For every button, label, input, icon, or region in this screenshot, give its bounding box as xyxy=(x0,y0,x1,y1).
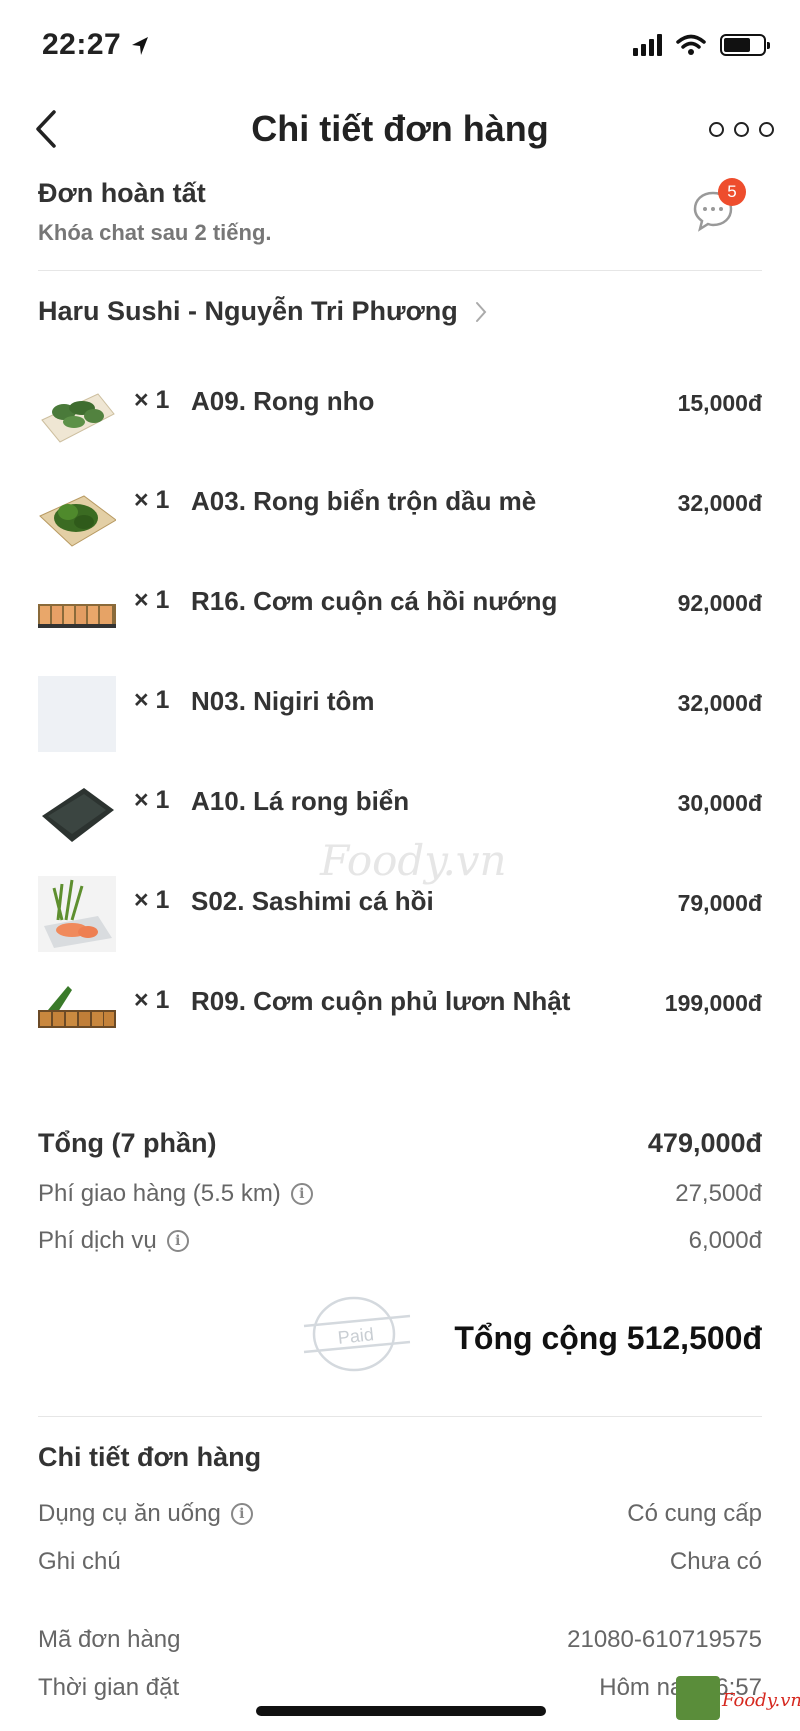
page-title: Chi tiết đơn hàng xyxy=(251,108,549,149)
battery-icon xyxy=(720,34,770,56)
corner-photo xyxy=(676,1676,720,1720)
item-thumbnail-salmon-roll xyxy=(38,576,116,652)
item-qty: × 1 xyxy=(134,486,170,514)
item-name: R16. Cơm cuộn cá hồi nướng xyxy=(191,586,558,616)
location-arrow-icon xyxy=(132,37,149,56)
order-id-label: Mã đơn hàng xyxy=(38,1626,181,1653)
item-price: 30,000đ xyxy=(677,790,762,816)
item-name: A03. Rong biển trộn dầu mè xyxy=(191,486,537,516)
chat-unread-badge: 5 xyxy=(718,178,746,206)
paid-stamp-text: Paid xyxy=(337,1324,375,1348)
order-status-title: Đơn hoàn tất xyxy=(38,178,206,208)
item-thumbnail-seaweed-grapes xyxy=(38,376,116,452)
subtotal-label: Tổng (7 phần) xyxy=(38,1128,217,1158)
order-time-label: Thời gian đặt xyxy=(38,1674,180,1701)
grand-total: Tổng cộng 512,500đ xyxy=(454,1320,762,1356)
status-time-text: 22:27 xyxy=(42,28,122,61)
item-price: 32,000đ xyxy=(677,690,762,716)
item-price: 79,000đ xyxy=(677,890,762,916)
utensils-row: Dụng cụ ăn uống i xyxy=(38,1500,253,1528)
order-item: × 1 A03. Rong biển trộn dầu mè 32,000đ xyxy=(38,476,762,576)
order-item: × 1 R16. Cơm cuộn cá hồi nướng 92,000đ xyxy=(38,576,762,676)
divider xyxy=(38,270,762,271)
item-qty: × 1 xyxy=(134,386,170,414)
order-item: × 1 R09. Cơm cuộn phủ lươn Nhật 199,000đ xyxy=(38,976,762,1076)
restaurant-link[interactable]: Haru Sushi - Nguyễn Tri Phương xyxy=(38,296,488,327)
more-dots-icon[interactable] xyxy=(709,122,774,137)
item-thumbnail-eel-roll xyxy=(38,976,116,1052)
item-qty: × 1 xyxy=(134,586,170,614)
info-icon[interactable]: i xyxy=(290,1183,313,1205)
home-indicator[interactable] xyxy=(256,1706,546,1716)
service-fee-row: Phí dịch vụ i xyxy=(38,1227,189,1255)
item-price: 15,000đ xyxy=(677,390,762,416)
status-time: 22:27 xyxy=(42,28,150,62)
info-icon[interactable]: i xyxy=(230,1503,253,1525)
item-thumbnail-shrimp-nigiri xyxy=(38,676,116,752)
chevron-right-icon xyxy=(475,301,487,322)
corner-logo: Foody.vn xyxy=(722,1690,800,1711)
item-name: N03. Nigiri tôm xyxy=(191,686,375,716)
item-name: S02. Sashimi cá hồi xyxy=(191,886,434,916)
wifi-icon xyxy=(676,34,706,55)
note-label: Ghi chú xyxy=(38,1548,121,1575)
item-thumbnail-seaweed-salad xyxy=(38,476,116,552)
item-qty: × 1 xyxy=(134,886,170,914)
delivery-fee-value: 27,500đ xyxy=(675,1180,762,1207)
delivery-fee-row: Phí giao hàng (5.5 km) i xyxy=(38,1180,313,1208)
item-thumbnail-seaweed-sheet xyxy=(38,776,116,852)
item-name: R09. Cơm cuộn phủ lươn Nhật xyxy=(191,986,571,1016)
item-qty: × 1 xyxy=(134,686,170,714)
utensils-label: Dụng cụ ăn uống xyxy=(38,1500,221,1527)
section-title: Chi tiết đơn hàng xyxy=(38,1442,262,1472)
order-id-value[interactable]: 21080-610719575 xyxy=(567,1626,762,1654)
restaurant-name: Haru Sushi - Nguyễn Tri Phương xyxy=(38,296,458,326)
service-fee-value: 6,000đ xyxy=(688,1227,762,1254)
service-fee-label: Phí dịch vụ xyxy=(38,1227,157,1254)
item-price: 32,000đ xyxy=(677,490,762,516)
paid-stamp-icon: Paid xyxy=(303,1296,411,1372)
status-indicators xyxy=(633,34,770,56)
note-value: Chưa có xyxy=(669,1548,762,1575)
subtotal-value: 479,000đ xyxy=(647,1128,762,1158)
item-price: 92,000đ xyxy=(677,590,762,616)
delivery-fee-label: Phí giao hàng (5.5 km) xyxy=(38,1180,281,1207)
watermark: Foody.vn xyxy=(320,836,507,885)
item-qty: × 1 xyxy=(134,986,170,1014)
item-name: A09. Rong nho xyxy=(191,386,375,416)
item-qty: × 1 xyxy=(134,786,170,814)
order-item: × 1 N03. Nigiri tôm 32,000đ xyxy=(38,676,762,776)
order-item: × 1 A09. Rong nho 15,000đ xyxy=(38,376,762,476)
item-thumbnail-salmon-sashimi xyxy=(38,876,116,952)
info-icon[interactable]: i xyxy=(166,1230,189,1252)
item-name: A10. Lá rong biển xyxy=(191,786,410,816)
item-price: 199,000đ xyxy=(664,990,762,1016)
signal-icon xyxy=(633,34,662,56)
order-status-subtitle: Khóa chat sau 2 tiếng. xyxy=(38,220,272,245)
order-item: × 1 S02. Sashimi cá hồi 79,000đ xyxy=(38,876,762,976)
utensils-value: Có cung cấp xyxy=(627,1500,762,1527)
divider xyxy=(38,1416,762,1417)
